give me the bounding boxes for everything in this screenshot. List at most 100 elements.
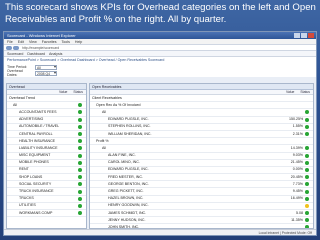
status-indicator-icon (78, 96, 82, 100)
status-indicator-icon (78, 139, 82, 144)
status-indicator-icon (305, 103, 309, 107)
row-label: EDWARD PUGSLE, INC. (108, 117, 149, 122)
status-indicator-icon (305, 182, 309, 187)
row-label: Profit % (96, 138, 109, 143)
row-value: 14.39% (290, 145, 303, 150)
row-value: 20.45% (290, 174, 303, 179)
row-label: LIABILITY INSURANCE (19, 145, 58, 150)
row-label: HAZEL BROWN, INC. (108, 196, 144, 201)
row-label: MOBILE PHONES (19, 160, 49, 165)
status-indicator-icon (78, 196, 82, 201)
row-value: 21.45% (290, 160, 303, 165)
status-indicator-icon (305, 153, 309, 158)
window-titlebar: Scorecard - Windows Internet Explorer (4, 32, 316, 39)
row-label: SOCIAL SECURITY (19, 181, 52, 186)
minimize-icon[interactable] (294, 33, 300, 38)
status-indicator-icon (78, 117, 82, 122)
status-indicator-icon (305, 203, 309, 208)
status-indicator-icon (305, 189, 309, 194)
value-column-header[interactable]: Value (59, 90, 67, 94)
filter-row: Overhead Dates: 2008 Q4 (7, 69, 313, 77)
status-indicator-icon (78, 110, 82, 115)
menu-item[interactable]: Edit (18, 39, 24, 44)
status-indicator-icon (305, 124, 309, 129)
row-label: CAROL MINO, INC. (108, 160, 140, 165)
filter-label: Overhead Dates: (7, 69, 23, 77)
filter-select[interactable]: 2008 Q4 (35, 70, 57, 76)
status-indicator-icon (305, 146, 309, 151)
status-indicator-icon (78, 124, 82, 129)
row-label: HENRY GOODWIN, INC. (108, 203, 149, 208)
row-label: AUTOMOBILE / TRAVEL (19, 124, 60, 129)
menu-item[interactable]: Help (75, 39, 82, 44)
status-indicator-icon (78, 103, 82, 108)
row-value: 7.73% (292, 181, 303, 186)
status-indicator-icon (78, 167, 82, 172)
row-label: WILLIAM SHERIDAN, INC. (108, 131, 152, 136)
receivables-rows: Client Receivables Open Rec As % Of Invoi… (90, 95, 313, 228)
address-bar[interactable]: http://example/scorecard (4, 45, 316, 51)
status-indicator-icon (78, 211, 82, 216)
status-indicator-icon (305, 160, 309, 165)
status-column-header[interactable]: Status (73, 90, 83, 94)
status-indicator-icon (78, 146, 82, 151)
status-column-header[interactable]: Status (300, 90, 310, 94)
menu-item[interactable]: Tools (62, 39, 70, 44)
menu-item[interactable]: Favorites (42, 39, 57, 44)
row-value: 9.45% (292, 189, 303, 194)
row-label: ADVERTISING (19, 117, 44, 122)
menu-item[interactable]: View (29, 39, 37, 44)
status-indicator-icon (78, 153, 82, 158)
row-label: GREG PICKETT, INC. (108, 189, 144, 194)
status-indicator-icon (305, 175, 309, 180)
receivables-panel: Open Receivables Value Status Client Rec… (89, 83, 314, 229)
value-column-header[interactable]: Value (286, 90, 294, 94)
status-indicator-icon (78, 132, 82, 137)
row-label: ALAN FINE, INC. (108, 153, 136, 158)
row-value: 150.25% (289, 117, 304, 122)
row-label: STEPHEN ROLLINS, INC. (108, 124, 151, 129)
address-text[interactable]: http://example/scorecard (22, 46, 59, 50)
close-icon[interactable] (308, 33, 314, 38)
toolbar-tab[interactable]: Dashboard (27, 51, 45, 56)
nav-buttons (6, 46, 19, 50)
row-label: UTILITIES (19, 203, 36, 208)
row-label: WORKMANS COMP (19, 210, 53, 215)
back-icon[interactable] (6, 46, 12, 50)
status-indicator-icon (305, 132, 309, 137)
row-label: GEORGE BENTON, INC. (108, 181, 149, 186)
forward-icon[interactable] (13, 46, 19, 50)
row-value: 5.08 (296, 210, 303, 215)
row-label: Client Receivables (92, 95, 122, 100)
row-label: TRUCK INSURANCE (19, 189, 54, 194)
row-label: RENT (19, 167, 29, 172)
row-label: MISC EQUIPMENT (19, 153, 51, 158)
row-label: TRUCKS (19, 196, 34, 201)
row-label: JENNY HUDSON, INC. (108, 217, 146, 222)
row-label: CENTRAL PAYROLL (19, 131, 53, 136)
filter-area: Time Period:AllOverhead Dates:2008 Q4 (4, 63, 316, 77)
row-label: SHOP LOANS (19, 174, 43, 179)
status-indicator-icon (305, 110, 309, 115)
status-indicator-icon (78, 175, 82, 180)
overhead-rows: Overhead Trend All ACCOUNTANTS FEES ADVERTI… (7, 95, 86, 218)
row-label: All (102, 145, 106, 150)
menu-item[interactable]: File (7, 39, 13, 44)
status-indicator-icon (78, 160, 82, 165)
maximize-icon[interactable] (301, 33, 307, 38)
row-label: FRED MESTER, INC. (108, 174, 143, 179)
status-indicator-icon (305, 211, 309, 216)
scorecard-row[interactable]: WORKMANS COMP (7, 210, 86, 218)
status-indicator-icon (305, 139, 309, 143)
row-value: 9.03% (292, 153, 303, 158)
filter-select[interactable]: All (35, 64, 57, 70)
row-label: Open Rec As % Of Invoiced (96, 102, 141, 107)
window-controls (294, 33, 314, 38)
window-title: Scorecard - Windows Internet Explorer (7, 33, 76, 38)
toolbar-tab[interactable]: Scorecard (7, 51, 23, 56)
browser-window: Scorecard - Windows Internet Explorer Fi… (3, 31, 317, 236)
row-label: HEALTH INSURANCE (19, 138, 56, 143)
toolbar-tab[interactable]: Analysis (49, 51, 62, 56)
status-bar: Local intranet | Protected Mode: Off (4, 229, 316, 235)
status-indicator-icon (305, 96, 309, 100)
